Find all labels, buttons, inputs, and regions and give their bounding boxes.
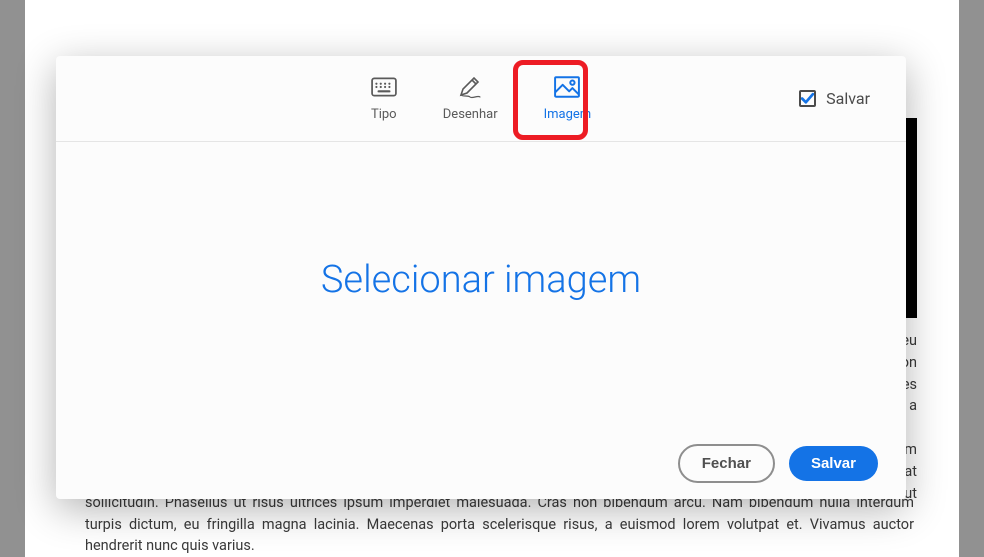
tab-imagem-label: Imagem [544, 107, 592, 122]
tab-desenhar[interactable]: Desenhar [435, 69, 506, 128]
modal-footer: Fechar Salvar [56, 427, 906, 499]
image-icon [554, 75, 580, 99]
tab-imagem[interactable]: Imagem [536, 69, 600, 128]
pen-icon [457, 75, 483, 99]
checkbox-icon [799, 90, 816, 107]
close-button[interactable]: Fechar [678, 444, 775, 483]
signature-tabs: Tipo Desenhar [363, 69, 599, 128]
tab-tipo[interactable]: Tipo [363, 69, 405, 128]
save-signature-checkbox[interactable]: Salvar [799, 89, 870, 108]
tab-tipo-label: Tipo [371, 107, 397, 122]
modal-header: Tipo Desenhar [56, 56, 906, 142]
modal-body: Selecionar imagem [56, 142, 906, 427]
signature-modal: Tipo Desenhar [56, 56, 906, 499]
keyboard-icon [371, 75, 397, 99]
document-body-text: sollicitudin. Phasellus ut risus ultrice… [85, 492, 914, 557]
save-checkbox-label: Salvar [826, 89, 870, 108]
save-button[interactable]: Salvar [789, 446, 878, 481]
tab-desenhar-label: Desenhar [443, 107, 498, 122]
select-image-link[interactable]: Selecionar imagem [321, 258, 641, 302]
